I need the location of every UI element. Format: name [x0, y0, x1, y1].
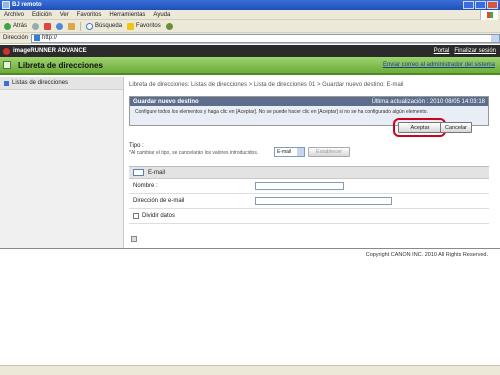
search-icon: [86, 22, 94, 30]
sidebar-item-label: Listas de direcciones: [12, 80, 69, 86]
forward-arrow-icon: [32, 22, 40, 30]
logout-link[interactable]: Finalizar sesión: [454, 48, 496, 54]
email-section: E-mail Nombre : Dirección de e-mail Divi…: [129, 166, 489, 238]
close-button[interactable]: [487, 1, 498, 9]
back-button[interactable]: Atrás: [4, 22, 27, 30]
stop-button[interactable]: [44, 22, 52, 30]
menu-edit[interactable]: Edición: [32, 12, 52, 18]
envelope-icon: [133, 169, 144, 176]
name-row: Nombre :: [129, 179, 489, 194]
panel-title: Guardar nuevo destino: [133, 98, 199, 105]
breadcrumb: Libreta de direcciones: Listas de direcc…: [129, 82, 404, 88]
accept-button[interactable]: Aceptar: [398, 122, 442, 133]
history-button[interactable]: [165, 22, 173, 30]
window-title: BJ remoto: [12, 2, 42, 8]
main-content: Libreta de direcciones: Listas de direcc…: [129, 79, 489, 245]
app-header: imageRUNNER ADVANCE Portal Finalizar ses…: [0, 45, 500, 57]
address-book-icon: [3, 61, 11, 69]
search-button[interactable]: Búsqueda: [86, 22, 122, 30]
stop-icon: [44, 22, 52, 30]
name-input[interactable]: [255, 182, 344, 190]
maximize-button[interactable]: [475, 1, 486, 9]
menu-help[interactable]: Ayuda: [153, 12, 170, 18]
address-label: Dirección: [3, 35, 29, 41]
toolbar-divider: [80, 21, 82, 31]
menu-tools[interactable]: Herramientas: [109, 12, 145, 18]
sidebar: Listas de direcciones: [0, 77, 124, 248]
cancel-button[interactable]: Cancelar: [440, 122, 472, 133]
footer: Copyright CANON INC. 2010 All Rights Res…: [0, 248, 500, 260]
address-input[interactable]: http://: [31, 33, 500, 43]
favorites-star-icon: [127, 22, 135, 30]
home-icon: [68, 22, 76, 30]
scroll-top-icon[interactable]: [131, 236, 137, 242]
product-name: imageRUNNER ADVANCE: [13, 48, 87, 54]
sidebar-item-address-lists[interactable]: Listas de direcciones: [0, 77, 123, 90]
set-button[interactable]: Establecer: [308, 147, 350, 157]
email-address-label: Dirección de e-mail: [133, 198, 185, 204]
list-bullet-icon: [4, 80, 9, 86]
split-data-label: Dividir datos: [142, 213, 176, 219]
email-section-header: E-mail: [129, 167, 489, 179]
type-select[interactable]: E-mail: [274, 147, 305, 157]
refresh-icon: [56, 22, 64, 30]
email-admin-link[interactable]: Enviar correo al administrador del siste…: [383, 62, 495, 68]
type-row: Tipo : *Al cambiar el tipo, se cancelará…: [129, 143, 489, 157]
menu-favorites[interactable]: Favoritos: [77, 12, 102, 18]
history-icon: [165, 22, 173, 30]
copyright: Copyright CANON INC. 2010 All Rights Res…: [365, 252, 488, 258]
menu-view[interactable]: Ver: [60, 12, 69, 18]
last-updated: Última actualización : 2010 08/05 14:03:…: [371, 98, 485, 105]
windows-logo-icon: [480, 10, 498, 20]
name-label: Nombre :: [133, 183, 158, 189]
window-titlebar: BJ remoto: [0, 0, 500, 10]
email-address-input[interactable]: [255, 197, 392, 205]
page-icon: [34, 35, 41, 41]
forward-button[interactable]: [32, 22, 40, 30]
minimize-button[interactable]: [463, 1, 474, 9]
split-data-checkbox[interactable]: [133, 213, 139, 219]
address-value: http://: [42, 35, 58, 41]
status-bar: [0, 365, 500, 375]
address-dropdown-icon[interactable]: [491, 34, 499, 42]
ie-app-icon: [2, 1, 10, 9]
menu-bar: Archivo Edición Ver Favoritos Herramient…: [0, 10, 500, 20]
title-band: Libreta de direcciones Enviar correo al …: [0, 57, 500, 75]
address-bar: Dirección http://: [0, 33, 500, 44]
menu-file[interactable]: Archivo: [4, 12, 24, 18]
portal-link[interactable]: Portal: [434, 48, 450, 54]
header-links: Portal Finalizar sesión: [434, 48, 500, 54]
browser-toolbar: Atrás Búsqueda Favoritos: [0, 20, 500, 33]
type-selected-value: E-mail: [277, 149, 292, 155]
panel-instruction: Configure todos los elementos y haga cli…: [135, 109, 428, 115]
favorites-button[interactable]: Favoritos: [127, 22, 161, 30]
email-heading: E-mail: [148, 169, 166, 176]
back-arrow-icon: [4, 22, 11, 30]
chevron-down-icon: [297, 148, 304, 156]
window-controls: [463, 1, 498, 9]
split-data-row: Dividir datos: [129, 209, 489, 224]
panel-header: Guardar nuevo destino Última actualizaci…: [130, 97, 488, 106]
email-address-row: Dirección de e-mail: [129, 194, 489, 209]
page-title: Libreta de direcciones: [18, 60, 103, 70]
home-button[interactable]: [68, 22, 76, 30]
canon-logo-icon: [3, 47, 10, 55]
refresh-button[interactable]: [56, 22, 64, 30]
